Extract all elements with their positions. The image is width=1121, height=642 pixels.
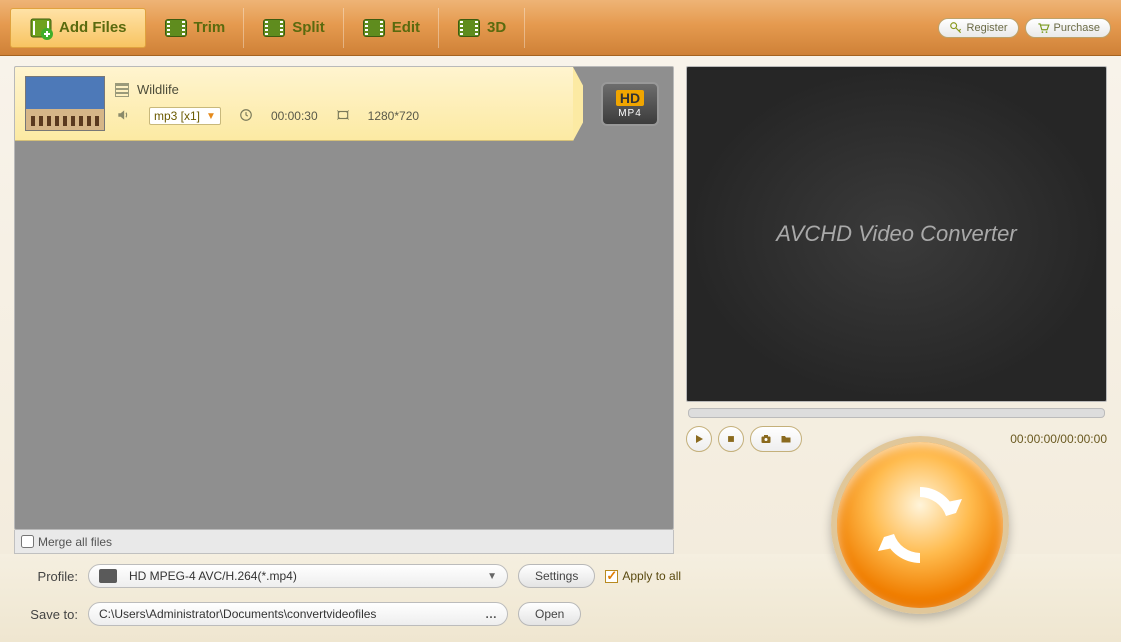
stop-button[interactable] (718, 426, 744, 452)
audio-icon (115, 108, 131, 125)
profile-format-icon (99, 569, 117, 583)
file-row[interactable]: Wildlife mp3 [x1] ▼ (15, 67, 573, 141)
edit-button[interactable]: Edit (344, 8, 439, 48)
preview-placeholder: AVCHD Video Converter (776, 221, 1017, 247)
split-button[interactable]: Split (244, 8, 344, 48)
register-label: Register (967, 22, 1008, 34)
open-button[interactable]: Open (518, 602, 581, 626)
3d-label: 3D (487, 19, 506, 36)
audio-track-value: mp3 [x1] (154, 109, 200, 123)
folder-icon (779, 433, 793, 445)
save-to-path: C:\Users\Administrator\Documents\convert… (99, 607, 376, 621)
purchase-label: Purchase (1054, 22, 1100, 34)
toolbar-right-group: Register Purchase (938, 18, 1111, 38)
edit-icon (362, 16, 386, 40)
3d-button[interactable]: 3D (439, 8, 525, 48)
profile-value: HD MPEG-4 AVC/H.264(*.mp4) (129, 569, 297, 583)
file-resolution: 1280*720 (368, 109, 419, 123)
save-to-label: Save to: (18, 607, 78, 622)
clock-icon (239, 108, 253, 125)
play-button[interactable] (686, 426, 712, 452)
edit-label: Edit (392, 19, 420, 36)
file-title: Wildlife (137, 82, 179, 97)
convert-button[interactable] (831, 436, 1009, 614)
left-column: Wildlife mp3 [x1] ▼ (14, 66, 674, 554)
trim-label: Trim (194, 19, 226, 36)
add-files-icon (29, 16, 53, 40)
3d-icon (457, 16, 481, 40)
file-row-body: Wildlife mp3 [x1] ▼ (115, 82, 563, 125)
merge-label: Merge all files (38, 535, 112, 549)
preview-seek-slider[interactable] (688, 408, 1105, 418)
trim-icon (164, 16, 188, 40)
trim-button[interactable]: Trim (146, 8, 245, 48)
cart-icon (1036, 21, 1050, 35)
output-format-badge[interactable]: HD MP4 (601, 82, 659, 126)
profile-dropdown[interactable]: HD MPEG-4 AVC/H.264(*.mp4) ▼ (88, 564, 508, 588)
settings-button[interactable]: Settings (518, 564, 595, 588)
purchase-button[interactable]: Purchase (1025, 18, 1111, 38)
audio-track-dropdown[interactable]: mp3 [x1] ▼ (149, 107, 221, 125)
settings-label: Settings (535, 569, 578, 583)
register-button[interactable]: Register (938, 18, 1019, 38)
apply-checkbox[interactable] (605, 570, 618, 583)
merge-checkbox[interactable] (21, 535, 34, 548)
apply-label: Apply to all (622, 569, 681, 583)
split-label: Split (292, 19, 325, 36)
main-area: Wildlife mp3 [x1] ▼ (0, 56, 1121, 554)
video-thumbnail (25, 76, 105, 131)
snapshot-buttons[interactable] (750, 426, 802, 452)
add-files-label: Add Files (59, 19, 127, 36)
open-label: Open (535, 607, 564, 621)
chevron-down-icon: ▼ (206, 111, 216, 122)
camera-icon (759, 433, 773, 445)
badge-format: MP4 (618, 108, 642, 119)
badge-hd: HD (616, 90, 644, 106)
key-icon (949, 21, 963, 35)
main-toolbar: Add Files Trim Split Edit 3D Register Pu… (0, 0, 1121, 56)
split-icon (262, 16, 286, 40)
file-duration: 00:00:30 (271, 109, 318, 123)
file-list: Wildlife mp3 [x1] ▼ (14, 66, 674, 530)
resolution-icon (336, 108, 350, 125)
save-to-field[interactable]: C:\Users\Administrator\Documents\convert… (88, 602, 508, 626)
add-files-button[interactable]: Add Files (10, 8, 146, 48)
preview-timecode: 00:00:00/00:00:00 (1010, 432, 1107, 446)
apply-to-all[interactable]: Apply to all (605, 569, 681, 583)
right-column: AVCHD Video Converter 00:00:00/00:00:00 (686, 66, 1107, 554)
preview-pane: AVCHD Video Converter (686, 66, 1107, 402)
film-strip-icon (115, 83, 129, 97)
chevron-down-icon: ▼ (487, 571, 497, 582)
convert-icon (870, 475, 970, 575)
merge-bar: Merge all files (14, 530, 674, 554)
browse-button[interactable]: … (485, 607, 497, 621)
profile-label: Profile: (18, 569, 78, 584)
